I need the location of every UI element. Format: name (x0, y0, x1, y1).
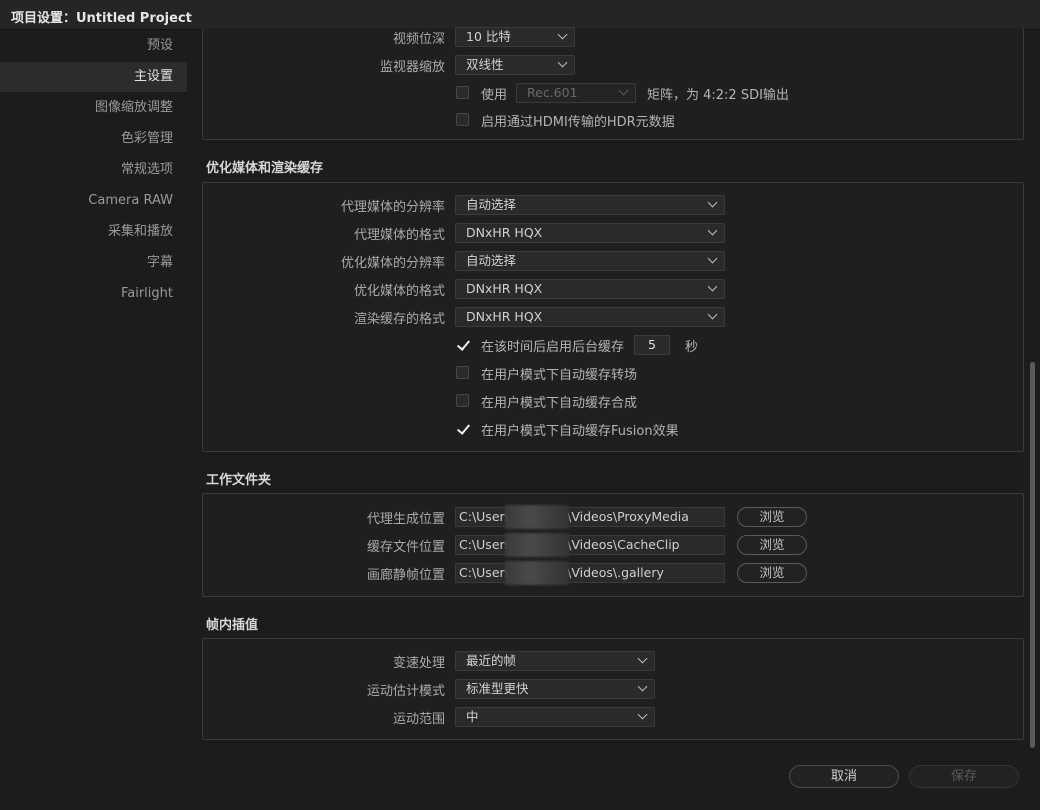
proxy-resolution-value: 自动选择 (466, 197, 517, 212)
proxy-resolution-label: 代理媒体的分辨率 (340, 200, 445, 215)
optimized-resolution-dropdown[interactable]: 自动选择 (455, 251, 725, 271)
hdr-metadata-label: 启用通过HDMI传输的HDR元数据 (481, 115, 675, 130)
monitor-scaling-label: 监视器缩放 (379, 60, 445, 75)
retime-process-label: 变速处理 (392, 656, 445, 671)
cache-section-title: 优化媒体和渲染缓存 (206, 161, 324, 176)
proxy-location-field[interactable]: C:\Users \Videos\ProxyMedia (455, 507, 725, 527)
redacted-username (505, 533, 569, 557)
chevron-down-icon (707, 225, 718, 236)
proxy-location-label: 代理生成位置 (366, 512, 445, 527)
rec-value: Rec.601 (527, 85, 578, 100)
sidebar-item-subtitles[interactable]: 字幕 (0, 248, 187, 278)
sidebar: 预设 主设置 图像缩放调整 色彩管理 常规选项 Camera RAW 采集和播放… (0, 31, 187, 810)
path-suffix: \Videos\CacheClip (567, 537, 680, 552)
path-prefix: C:\Users (459, 537, 512, 552)
chevron-down-icon (707, 197, 718, 208)
chevron-down-icon (557, 29, 568, 40)
cache-transitions-label: 在用户模式下自动缓存转场 (481, 368, 638, 383)
monitor-scaling-value: 双线性 (466, 57, 504, 72)
motion-range-value: 中 (466, 709, 479, 724)
browse-cache-button[interactable]: 浏览 (737, 535, 807, 555)
folders-section-title: 工作文件夹 (206, 473, 272, 488)
use-matrix-checkbox[interactable] (456, 86, 469, 99)
path-suffix: \Videos\.gallery (567, 565, 664, 580)
interp-section-title: 帧内插值 (206, 618, 259, 633)
chevron-down-icon (707, 253, 718, 264)
cache-composites-label: 在用户模式下自动缓存合成 (481, 396, 638, 411)
bit-depth-value: 10 比特 (466, 29, 511, 44)
bit-depth-label: 视频位深 (392, 32, 445, 47)
chevron-down-icon (557, 57, 568, 68)
background-cache-label: 在该时间后启用后台缓存 (481, 340, 625, 355)
background-cache-checkbox[interactable] (456, 338, 469, 351)
motion-estimation-value: 标准型更快 (466, 681, 529, 696)
title-bar: 项目设置：Untitled Project (0, 0, 1040, 30)
chevron-down-icon (618, 85, 629, 96)
redacted-username (505, 505, 569, 529)
use-label: 使用 (481, 88, 508, 103)
path-prefix: C:\Users (459, 509, 512, 524)
scrollbar[interactable] (1030, 362, 1035, 748)
seconds-unit-label: 秒 (685, 340, 699, 355)
render-cache-format-value: DNxHR HQX (466, 309, 543, 324)
save-button[interactable]: 保存 (909, 765, 1019, 788)
chevron-down-icon (637, 653, 648, 664)
browse-gallery-button[interactable]: 浏览 (737, 563, 807, 583)
gallery-location-field[interactable]: C:\Users \Videos\.gallery (455, 563, 725, 583)
sidebar-item-color-management[interactable]: 色彩管理 (0, 124, 187, 154)
matrix-label: 矩阵，为 4:2:2 SDI输出 (647, 88, 789, 103)
bit-depth-dropdown[interactable]: 10 比特 (455, 27, 575, 47)
sidebar-item-presets[interactable]: 预设 (0, 31, 187, 61)
sidebar-item-fairlight[interactable]: Fairlight (0, 279, 187, 309)
optimized-format-label: 优化媒体的格式 (353, 284, 445, 299)
background-cache-seconds-input[interactable]: 5 (634, 335, 670, 355)
chevron-down-icon (637, 681, 648, 692)
window-title: 项目设置：Untitled Project (11, 11, 192, 26)
sidebar-item-master-settings[interactable]: 主设置 (0, 62, 187, 92)
cache-location-field[interactable]: C:\Users \Videos\CacheClip (455, 535, 725, 555)
retime-process-value: 最近的帧 (466, 653, 517, 668)
sidebar-item-general-options[interactable]: 常规选项 (0, 155, 187, 185)
hdr-metadata-checkbox[interactable] (456, 113, 469, 126)
cache-location-label: 缓存文件位置 (366, 540, 445, 555)
proxy-format-value: DNxHR HQX (466, 225, 543, 240)
cache-fusion-checkbox[interactable] (456, 422, 469, 435)
gallery-location-label: 画廊静帧位置 (366, 568, 445, 583)
optimized-resolution-value: 自动选择 (466, 253, 517, 268)
optimized-format-dropdown[interactable]: DNxHR HQX (455, 279, 725, 299)
sidebar-item-capture-playback[interactable]: 采集和播放 (0, 217, 187, 247)
sidebar-item-image-scaling[interactable]: 图像缩放调整 (0, 93, 187, 123)
retime-process-dropdown[interactable]: 最近的帧 (455, 651, 655, 671)
browse-proxy-button[interactable]: 浏览 (737, 507, 807, 527)
chevron-down-icon (707, 309, 718, 320)
chevron-down-icon (637, 709, 648, 720)
render-cache-format-dropdown[interactable]: DNxHR HQX (455, 307, 725, 327)
redacted-username (505, 561, 569, 585)
cancel-button[interactable]: 取消 (789, 765, 899, 788)
cache-fusion-label: 在用户模式下自动缓存Fusion效果 (481, 424, 679, 439)
monitor-scaling-dropdown[interactable]: 双线性 (455, 55, 575, 75)
proxy-format-label: 代理媒体的格式 (353, 228, 445, 243)
chevron-down-icon (707, 281, 718, 292)
path-suffix: \Videos\ProxyMedia (567, 509, 689, 524)
motion-range-dropdown[interactable]: 中 (455, 707, 655, 727)
rec-dropdown[interactable]: Rec.601 (516, 83, 636, 103)
render-cache-format-label: 渲染缓存的格式 (353, 312, 445, 327)
motion-estimation-dropdown[interactable]: 标准型更快 (455, 679, 655, 699)
cache-composites-checkbox[interactable] (456, 394, 469, 407)
path-prefix: C:\Users (459, 565, 512, 580)
motion-estimation-label: 运动估计模式 (366, 684, 445, 699)
cache-transitions-checkbox[interactable] (456, 366, 469, 379)
motion-range-label: 运动范围 (392, 712, 445, 727)
proxy-resolution-dropdown[interactable]: 自动选择 (455, 195, 725, 215)
sidebar-item-camera-raw[interactable]: Camera RAW (0, 186, 187, 216)
optimized-format-value: DNxHR HQX (466, 281, 543, 296)
optimized-resolution-label: 优化媒体的分辨率 (340, 256, 445, 271)
proxy-format-dropdown[interactable]: DNxHR HQX (455, 223, 725, 243)
